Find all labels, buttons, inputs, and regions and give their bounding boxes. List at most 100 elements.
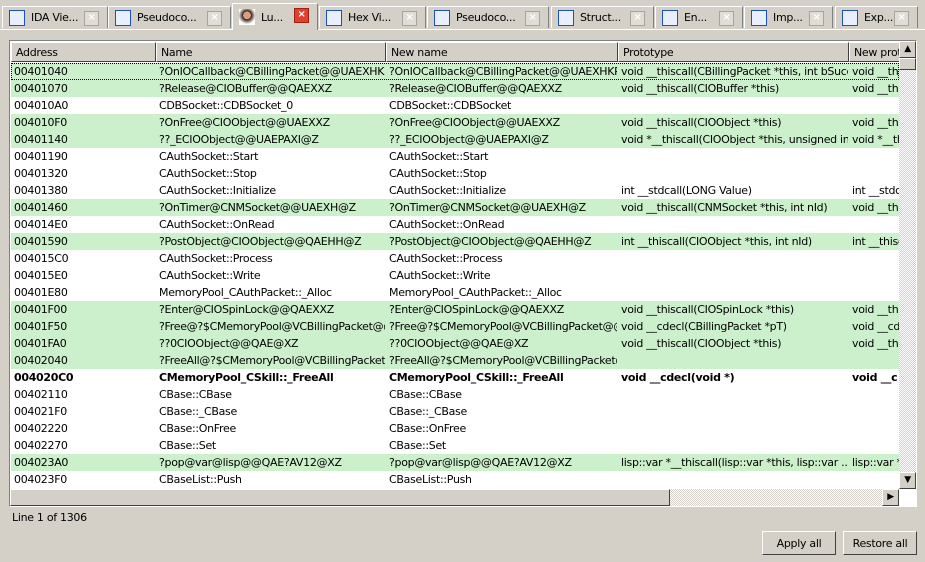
table-row[interactable]: 004021F0 CBase::_CBase CBase::_CBase (11, 403, 899, 420)
close-icon[interactable]: × (402, 11, 417, 26)
scroll-up-button[interactable]: ▲ (899, 41, 916, 58)
restore-all-button[interactable]: Restore all (843, 531, 917, 555)
scroll-down-button[interactable]: ▼ (899, 472, 916, 489)
structures-icon (558, 9, 574, 26)
table-row[interactable]: 00401190 CAuthSocket::Start CAuthSocket::S… (11, 148, 899, 165)
cell-new-name: ?Enter@CIOSpinLock@@QAEXXZ (389, 303, 564, 316)
table-row[interactable]: 004015C0 CAuthSocket::Process CAuthSocket:… (11, 250, 899, 267)
close-icon[interactable]: × (809, 11, 824, 26)
table-row[interactable]: 00401F50 ?Free@?$CMemoryPool@VCBillingPac… (11, 318, 907, 335)
column-header-name[interactable]: Name (156, 42, 386, 62)
vertical-scrollbar[interactable]: ▲ ▼ (899, 41, 916, 489)
cell-new-name: ?Release@CIOBuffer@@QAEXXZ (389, 82, 562, 95)
cell-address: 00402110 (14, 388, 68, 401)
cell-name: ?Free@?$CMemoryPool@VCBillingPacket@@... (159, 320, 385, 333)
table-row[interactable]: 00401140 ??_ECIOObject@@UAEPAXI@Z ??_ECIOO… (11, 131, 904, 148)
close-icon[interactable]: × (294, 8, 309, 23)
status-line: Line 1 of 1306 (12, 511, 87, 524)
cell-prototype: void __thiscall(CIOObject *this) (621, 116, 782, 129)
table-row[interactable]: 004020C0 CMemoryPool_CSkill::_FreeAll CMem… (11, 369, 899, 386)
scroll-thumb[interactable] (899, 58, 916, 70)
table-row[interactable]: 00401380 CAuthSocket::Initialize CAuthSock… (11, 182, 908, 199)
cell-prototype: void __thiscall(CIOObject *this) (621, 337, 782, 350)
ida-view-icon (9, 9, 25, 26)
table-row[interactable]: 004010F0 ?OnFree@CIOObject@@UAEXXZ ?OnFree… (11, 114, 907, 131)
table-row[interactable]: 00401460 ?OnTimer@CNMSocket@@UAEXH@Z ?OnTi… (11, 199, 907, 216)
cell-new-name: ?pop@var@lisp@@QAE?AV12@XZ (389, 456, 572, 469)
cell-name: CAuthSocket::Stop (159, 167, 257, 180)
cell-new-name: CMemoryPool_CSkill::_FreeAll (389, 371, 564, 384)
table-row[interactable]: 00402220 CBase::OnFree CBase::OnFree (11, 420, 899, 437)
tab-label: Pseudoco... (456, 11, 516, 24)
exports-icon (842, 9, 858, 26)
cell-address: 004014E0 (14, 218, 68, 231)
cell-new-name: ?PostObject@CIOObject@@QAEHH@Z (389, 235, 592, 248)
apply-all-button[interactable]: Apply all (762, 531, 836, 555)
cell-address: 00401320 (14, 167, 68, 180)
table-row[interactable]: 00401590 ?PostObject@CIOObject@@QAEHH@Z ?P… (11, 233, 904, 250)
tab-0[interactable]: IDA Vie... × (2, 6, 108, 28)
column-header-prototype[interactable]: Prototype (618, 42, 849, 62)
cell-new-name: CBase::CBase (389, 388, 462, 401)
cell-prototype: void __thiscall(CBillingPacket *this, in… (621, 65, 848, 78)
close-icon[interactable]: × (894, 11, 909, 26)
table-row[interactable]: 00401FA0 ??0CIOObject@@QAE@XZ ??0CIOObject… (11, 335, 907, 352)
close-icon[interactable]: × (630, 11, 645, 26)
cell-name: CBase::Set (159, 439, 216, 452)
cell-new-name: MemoryPool_CAuthPacket::_Alloc (389, 286, 562, 299)
cell-name: ?Enter@CIOSpinLock@@QAEXXZ (159, 303, 334, 316)
cell-name: CBaseList::Push (159, 473, 242, 486)
tab-8[interactable]: Exp... × (835, 6, 918, 28)
close-icon[interactable]: × (525, 11, 540, 26)
functions-table: Address Name New name Prototype New proto 00… (9, 40, 917, 507)
table-row[interactable]: 00401040 ?OnIOCallback@CBillingPacket@@UA… (11, 63, 907, 80)
table-row[interactable]: 00401070 ?Release@CIOBuffer@@QAEXXZ ?Relea… (11, 80, 907, 97)
cell-address: 004021F0 (14, 405, 67, 418)
table-row[interactable]: 00401F00 ?Enter@CIOSpinLock@@QAEXXZ ?Enter… (11, 301, 907, 318)
table-row[interactable]: 004015E0 CAuthSocket::Write CAuthSocket::W… (11, 267, 899, 284)
scroll-right-button[interactable]: ▶ (882, 489, 899, 506)
table-row[interactable]: 00401320 CAuthSocket::Stop CAuthSocket::St… (11, 165, 899, 182)
table-row[interactable]: 00402110 CBase::CBase CBase::CBase (11, 386, 899, 403)
cell-address: 00401F50 (14, 320, 67, 333)
close-icon[interactable]: × (84, 11, 99, 26)
table-row[interactable]: 00402270 CBase::Set CBase::Set (11, 437, 899, 454)
horizontal-scrollbar[interactable]: ▶ (10, 489, 899, 506)
column-header-new-name[interactable]: New name (386, 42, 618, 62)
cell-address: 00401590 (14, 235, 68, 248)
tab-label: Struct... (580, 11, 621, 24)
tab-5[interactable]: Struct... × (551, 6, 654, 28)
cell-name: CMemoryPool_CSkill::_FreeAll (159, 371, 334, 384)
close-icon[interactable]: × (719, 11, 734, 26)
tab-7[interactable]: Imp... × (744, 6, 833, 28)
tab-1[interactable]: Pseudoco... × (108, 6, 231, 28)
table-row[interactable]: 004014E0 CAuthSocket::OnRead CAuthSocket::… (11, 216, 899, 233)
table-row[interactable]: 004010A0 CDBSocket::CDBSocket_0 CDBSocket:… (11, 97, 899, 114)
table-row[interactable]: 004023F0 CBaseList::Push CBaseList::Push (11, 471, 899, 488)
close-icon[interactable]: × (207, 11, 222, 26)
cell-new-name: ??_ECIOObject@@UAEPAXI@Z (389, 133, 549, 146)
column-header-address[interactable]: Address (11, 42, 156, 62)
tab-4[interactable]: Pseudoco... × (427, 6, 549, 28)
tab-3[interactable]: Hex Vi... × (319, 6, 426, 28)
imports-icon (751, 9, 767, 26)
cell-new-name: CAuthSocket::Write (389, 269, 491, 282)
table-row[interactable]: 00402040 ?FreeAll@?$CMemoryPool@VCBilling… (11, 352, 899, 369)
tab-2[interactable]: Lu... × (232, 3, 318, 30)
tab-6[interactable]: En... × (655, 6, 743, 28)
tab-label: Pseudoco... (137, 11, 197, 24)
cell-address: 00401040 (14, 65, 68, 78)
cell-address: 00401140 (14, 133, 68, 146)
table-row[interactable]: 004023A0 ?pop@var@lisp@@QAE?AV12@XZ ?pop@v… (11, 454, 902, 471)
tab-label: En... (684, 11, 707, 24)
cell-new-name: ?FreeAll@?$CMemoryPool@VCBillingPacket@.… (389, 354, 617, 367)
horizontal-scroll-thumb[interactable] (10, 489, 670, 506)
cell-address: 00402040 (14, 354, 68, 367)
cell-new-name: CBase::OnFree (389, 422, 466, 435)
cell-name: ??_ECIOObject@@UAEPAXI@Z (159, 133, 319, 146)
table-row[interactable]: 00401E80 MemoryPool_CAuthPacket::_Alloc Me… (11, 284, 899, 301)
enums-icon (662, 9, 678, 26)
cell-new-name: ?OnIOCallback@CBillingPacket@@UAEXHKP... (389, 65, 617, 78)
cell-address: 004015C0 (14, 252, 69, 265)
cell-address: 00401070 (14, 82, 68, 95)
